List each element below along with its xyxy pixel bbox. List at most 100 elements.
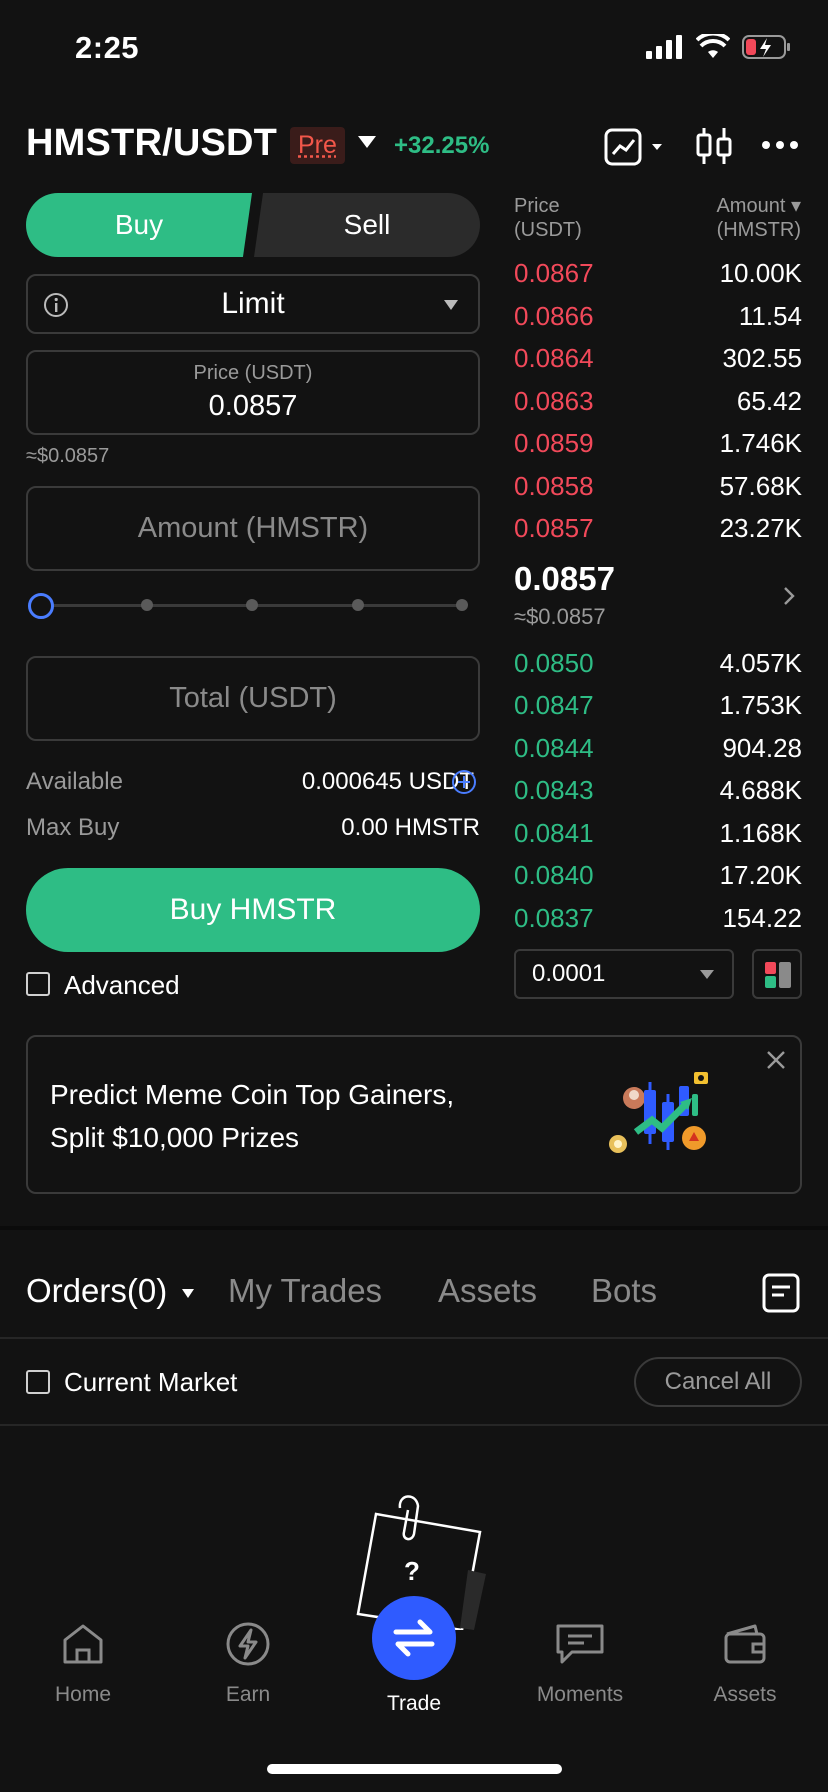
- bid-amount: 1.753K: [719, 689, 802, 720]
- ask-row[interactable]: 0.0859 1.746K: [514, 422, 802, 464]
- slider-step-25[interactable]: [141, 599, 153, 611]
- more-options-button[interactable]: [760, 138, 800, 157]
- nav-earn-label: Earn: [225, 1683, 271, 1706]
- price-input[interactable]: Price (USDT) 0.0857: [26, 350, 480, 435]
- ask-row[interactable]: 0.0867 10.00K: [514, 252, 802, 294]
- current-market-checkbox[interactable]: [26, 1370, 50, 1394]
- nav-assets-label: Assets: [713, 1683, 777, 1706]
- ask-row[interactable]: 0.0857 23.27K: [514, 507, 802, 549]
- ask-price: 0.0866: [514, 300, 594, 331]
- orderbook-amount-header[interactable]: Amount ▾ (HMSTR): [716, 194, 801, 242]
- price-header-label: Price: [514, 195, 560, 217]
- depth-value: 0.0001: [532, 960, 606, 987]
- amount-placeholder: Amount (HMSTR): [137, 512, 369, 544]
- bid-row[interactable]: 0.0843 4.688K: [514, 769, 802, 811]
- sell-tab[interactable]: Sell: [254, 193, 480, 257]
- price-input-label: Price (USDT): [193, 362, 313, 384]
- bid-price: 0.0841: [514, 817, 594, 848]
- slider-step-50[interactable]: [246, 599, 258, 611]
- bid-row[interactable]: 0.0841 1.168K: [514, 812, 802, 854]
- bid-row[interactable]: 0.0847 1.753K: [514, 684, 802, 726]
- buy-tab[interactable]: Buy: [26, 193, 252, 257]
- ask-amount: 23.27K: [719, 512, 802, 543]
- orderbook-layout-button[interactable]: [752, 949, 802, 999]
- bid-amount: 4.057K: [719, 647, 802, 678]
- nav-assets[interactable]: Assets: [675, 1620, 815, 1707]
- buy-hmstr-button[interactable]: Buy HMSTR: [26, 868, 480, 952]
- pair-title[interactable]: HMSTR/USDT: [26, 122, 277, 165]
- pre-market-badge[interactable]: Pre: [290, 127, 345, 164]
- ask-row[interactable]: 0.0864 302.55: [514, 337, 802, 379]
- bid-price: 0.0837: [514, 902, 594, 933]
- ask-row[interactable]: 0.0866 11.54: [514, 295, 802, 337]
- promo-line-1: Predict Meme Coin Top Gainers,: [50, 1079, 455, 1110]
- slider-step-75[interactable]: [352, 599, 364, 611]
- total-placeholder: Total (USDT): [169, 682, 337, 714]
- bid-row[interactable]: 0.0837 154.22: [514, 897, 802, 939]
- nav-trade-label[interactable]: Trade: [344, 1692, 484, 1716]
- total-input[interactable]: Total (USDT): [26, 656, 480, 741]
- wallet-icon: [724, 1624, 766, 1664]
- order-type-select[interactable]: Limit: [26, 274, 480, 334]
- order-history-icon[interactable]: [762, 1273, 800, 1313]
- tab-assets[interactable]: Assets: [438, 1272, 537, 1310]
- candlestick-icon: [696, 128, 732, 164]
- ask-price: 0.0858: [514, 470, 594, 501]
- nav-moments[interactable]: Moments: [510, 1620, 650, 1707]
- slider-step-100[interactable]: [456, 599, 468, 611]
- trading-chart-illustration: [609, 1072, 708, 1153]
- ask-amount: 10.00K: [719, 257, 802, 288]
- chevron-right-icon[interactable]: [783, 586, 795, 606]
- amount-input[interactable]: Amount (HMSTR): [26, 486, 480, 571]
- bid-row[interactable]: 0.0844 904.28: [514, 727, 802, 769]
- ask-amount: 65.42: [736, 385, 802, 416]
- ask-amount: 57.68K: [719, 470, 802, 501]
- bid-row[interactable]: 0.0850 4.057K: [514, 642, 802, 684]
- tab-my-trades[interactable]: My Trades: [228, 1272, 382, 1310]
- price-usd-approx: ≈$0.0857: [26, 445, 110, 467]
- nav-trade-button[interactable]: [372, 1596, 456, 1680]
- max-buy-value: 0.00 HMSTR: [341, 814, 480, 841]
- info-icon[interactable]: [42, 291, 70, 319]
- status-time: 2:25: [75, 30, 140, 65]
- ask-row[interactable]: 0.0863 65.42: [514, 380, 802, 422]
- bid-price: 0.0843: [514, 774, 594, 805]
- pair-dropdown-icon[interactable]: [358, 136, 376, 148]
- earn-icon: [226, 1622, 270, 1666]
- ask-row[interactable]: 0.0858 57.68K: [514, 465, 802, 507]
- empty-state-question-mark: ?: [404, 1556, 420, 1586]
- ask-price: 0.0857: [514, 512, 594, 543]
- nav-earn[interactable]: Earn: [178, 1620, 318, 1707]
- bid-row[interactable]: 0.0840 17.20K: [514, 854, 802, 896]
- chart-toggle-button[interactable]: [604, 127, 668, 172]
- cancel-all-button[interactable]: Cancel All: [634, 1357, 802, 1407]
- close-icon[interactable]: [766, 1050, 786, 1070]
- candlestick-button[interactable]: [694, 126, 734, 171]
- price-header-unit: (USDT): [514, 219, 582, 241]
- amount-header-label: Amount ▾: [716, 195, 801, 217]
- advanced-checkbox[interactable]: [26, 972, 50, 996]
- bid-amount: 154.22: [722, 902, 802, 933]
- swap-icon: [393, 1619, 435, 1657]
- tab-orders[interactable]: Orders(0): [26, 1272, 195, 1310]
- available-label: Available: [26, 768, 123, 795]
- promo-line-2: Split $10,000 Prizes: [50, 1122, 300, 1153]
- moments-icon: [556, 1624, 604, 1664]
- more-icon: [762, 141, 798, 149]
- tab-bots[interactable]: Bots: [591, 1272, 657, 1310]
- ask-amount: 11.54: [738, 300, 802, 331]
- price-change: +32.25%: [394, 132, 490, 159]
- max-buy-label: Max Buy: [26, 814, 120, 841]
- chevron-down-icon: [444, 300, 458, 310]
- bid-amount: 4.688K: [719, 774, 802, 805]
- add-funds-icon[interactable]: [451, 769, 477, 795]
- bid-price: 0.0840: [514, 859, 594, 890]
- amount-slider-handle[interactable]: [28, 593, 54, 619]
- last-price: 0.0857: [514, 560, 615, 597]
- advanced-label: Advanced: [64, 970, 180, 1000]
- price-input-value: 0.0857: [208, 390, 298, 422]
- wifi-icon: [696, 34, 730, 58]
- chevron-down-icon: [182, 1288, 195, 1298]
- filter-divider: [0, 1424, 828, 1426]
- nav-home[interactable]: Home: [13, 1620, 153, 1707]
